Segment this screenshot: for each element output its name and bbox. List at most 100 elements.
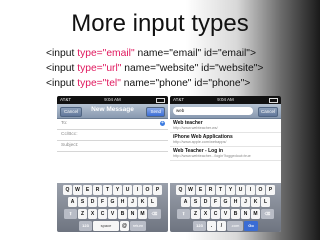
nav-bar: Cancel New Message Send <box>57 104 168 119</box>
subject-field[interactable]: Subject: <box>57 141 168 152</box>
at-key[interactable]: @ <box>120 221 129 231</box>
key[interactable]: Q <box>176 185 185 195</box>
status-bar: AT&T 9:04 AM <box>170 96 281 104</box>
key[interactable]: X <box>88 209 97 219</box>
key[interactable]: M <box>251 209 260 219</box>
key[interactable]: J <box>128 197 137 207</box>
key[interactable]: F <box>98 197 107 207</box>
key[interactable]: J <box>241 197 250 207</box>
code-text: name="website" id="website"> <box>121 63 264 74</box>
key[interactable]: E <box>196 185 205 195</box>
key[interactable]: I <box>246 185 255 195</box>
delete-key[interactable]: ⌫ <box>261 209 274 219</box>
return-key[interactable]: return <box>130 221 146 231</box>
key[interactable]: K <box>251 197 260 207</box>
key[interactable]: A <box>181 197 190 207</box>
key[interactable]: V <box>108 209 117 219</box>
to-label: To: <box>61 121 68 126</box>
type-attribute: type="tel" <box>77 78 121 89</box>
list-item[interactable]: Web Teacher - Log in http://www.webteach… <box>170 147 281 161</box>
type-attribute: type="url" <box>77 63 122 74</box>
cc-field[interactable]: Cc/Bcc: <box>57 130 168 141</box>
dotcom-key[interactable]: .com <box>227 221 243 231</box>
clock: 9:04 AM <box>217 97 234 102</box>
battery-icon <box>156 98 165 103</box>
status-bar: AT&T 9:04 AM <box>57 96 168 104</box>
list-item[interactable]: Web teacher http://www.webteacher.ws/ <box>170 119 281 133</box>
key[interactable]: Y <box>113 185 122 195</box>
space-key[interactable]: space <box>93 221 119 231</box>
key[interactable]: S <box>78 197 87 207</box>
code-text: name="phone" id="phone"> <box>120 78 251 89</box>
key[interactable]: H <box>231 197 240 207</box>
key[interactable]: Q <box>63 185 72 195</box>
delete-key[interactable]: ⌫ <box>148 209 161 219</box>
key[interactable]: R <box>206 185 215 195</box>
key[interactable]: W <box>73 185 82 195</box>
code-line-url: <input type="url" name="website" id="web… <box>46 61 263 76</box>
numbers-key[interactable]: 123 <box>79 221 92 231</box>
key[interactable]: N <box>128 209 137 219</box>
code-text: <input <box>46 48 78 59</box>
key[interactable]: U <box>123 185 132 195</box>
keyboard-row-1: Q W E R T Y U I O P <box>170 185 281 195</box>
key[interactable]: D <box>88 197 97 207</box>
add-contact-icon[interactable]: + <box>160 121 165 126</box>
key[interactable]: T <box>216 185 225 195</box>
key[interactable]: G <box>221 197 230 207</box>
key[interactable]: V <box>221 209 230 219</box>
key[interactable]: X <box>201 209 210 219</box>
key[interactable]: P <box>153 185 162 195</box>
key[interactable]: W <box>186 185 195 195</box>
key[interactable]: B <box>231 209 240 219</box>
key[interactable]: N <box>241 209 250 219</box>
key[interactable]: K <box>138 197 147 207</box>
keyboard-row-4: 123 space @ return <box>57 221 168 231</box>
key[interactable]: T <box>103 185 112 195</box>
key[interactable]: E <box>83 185 92 195</box>
send-button[interactable]: Send <box>146 107 165 117</box>
type-attribute: type="email" <box>77 48 135 59</box>
key[interactable]: P <box>266 185 275 195</box>
key[interactable]: G <box>108 197 117 207</box>
key[interactable]: O <box>256 185 265 195</box>
key[interactable]: I <box>133 185 142 195</box>
go-key[interactable]: Go <box>244 221 258 231</box>
key[interactable]: C <box>98 209 107 219</box>
phone-screenshot-url: AT&T 9:04 AM web Cancel Web teacher http… <box>170 96 281 232</box>
key[interactable]: U <box>236 185 245 195</box>
list-item[interactable]: iPhone Web Applications http://www.apple… <box>170 133 281 147</box>
key[interactable]: M <box>138 209 147 219</box>
key[interactable]: R <box>93 185 102 195</box>
code-text: <input <box>46 63 78 74</box>
key[interactable]: A <box>68 197 77 207</box>
code-text: <input <box>46 78 78 89</box>
keyboard-row-1: Q W E R T Y U I O P <box>57 185 168 195</box>
key[interactable]: Z <box>78 209 87 219</box>
search-results: Web teacher http://www.webteacher.ws/ iP… <box>170 119 281 183</box>
key[interactable]: H <box>118 197 127 207</box>
key[interactable]: Y <box>226 185 235 195</box>
key[interactable]: S <box>191 197 200 207</box>
dot-key[interactable]: . <box>207 221 216 231</box>
key[interactable]: B <box>118 209 127 219</box>
key[interactable]: D <box>201 197 210 207</box>
battery-icon <box>269 98 278 103</box>
clock: 9:04 AM <box>104 97 121 102</box>
slash-key[interactable]: / <box>217 221 226 231</box>
url-keyboard: Q W E R T Y U I O P A S D F G H J K L ⇧ … <box>170 183 281 232</box>
cancel-button[interactable]: Cancel <box>257 107 278 117</box>
key[interactable]: L <box>148 197 157 207</box>
key[interactable]: F <box>211 197 220 207</box>
key[interactable]: L <box>261 197 270 207</box>
key[interactable]: Z <box>191 209 200 219</box>
to-field[interactable]: To: + <box>57 119 168 130</box>
key[interactable]: O <box>143 185 152 195</box>
cc-label: Cc/Bcc: <box>61 132 78 137</box>
search-input[interactable]: web <box>173 107 253 115</box>
shift-key[interactable]: ⇧ <box>177 209 190 219</box>
subject-label: Subject: <box>61 143 79 148</box>
shift-key[interactable]: ⇧ <box>64 209 77 219</box>
numbers-key[interactable]: 123 <box>193 221 206 231</box>
key[interactable]: C <box>211 209 220 219</box>
